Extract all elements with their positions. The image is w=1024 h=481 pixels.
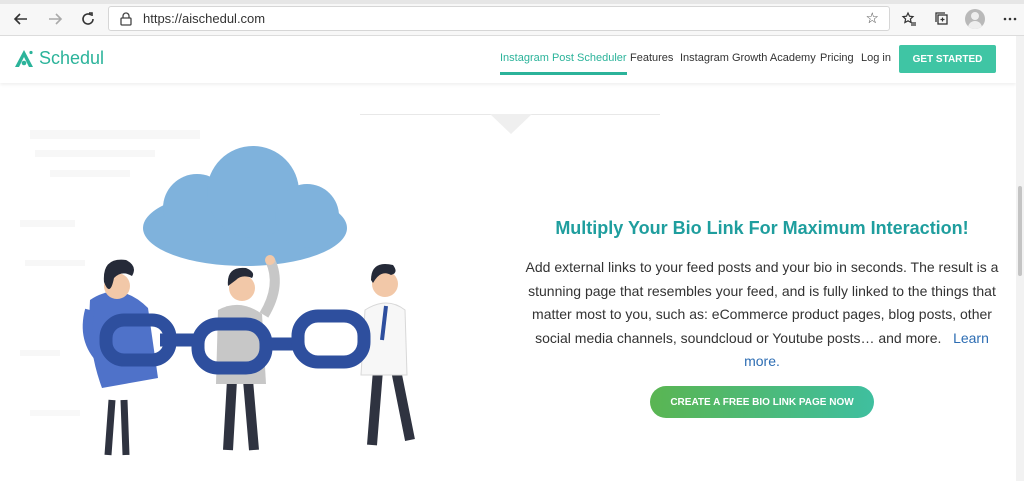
lock-icon: [120, 12, 132, 26]
page-scrollbar[interactable]: [1016, 36, 1024, 481]
section-description: Add external links to your feed posts an…: [522, 256, 1002, 374]
favorites-icon[interactable]: [898, 8, 920, 30]
back-arrow-icon[interactable]: [10, 8, 32, 30]
logo[interactable]: Schedul: [14, 48, 104, 69]
section-title: Multiply Your Bio Link For Maximum Inter…: [555, 218, 969, 238]
get-started-button[interactable]: GET STARTED: [899, 45, 996, 73]
person-right-icon: [360, 264, 415, 446]
address-bar[interactable]: https://aischedul.com ☆: [108, 6, 890, 31]
nav-item-log-in[interactable]: Log in: [861, 52, 891, 64]
scrollbar-thumb[interactable]: [1018, 186, 1022, 276]
chain-people-illustration: [20, 130, 415, 456]
description-text: Add external links to your feed posts an…: [525, 259, 999, 346]
forward-arrow-icon[interactable]: [44, 8, 66, 30]
url-text: https://aischedul.com: [143, 11, 266, 26]
profile-avatar[interactable]: [965, 9, 985, 29]
tab-strip: [0, 0, 1024, 4]
site-header: Schedul Instagram Post Scheduler Feature…: [0, 36, 1016, 83]
star-icon[interactable]: ☆: [866, 9, 879, 27]
nav-item-features[interactable]: Features: [630, 52, 673, 64]
section-pointer: [490, 114, 532, 134]
browser-toolbar: https://aischedul.com ☆: [0, 0, 1024, 36]
refresh-icon[interactable]: [77, 8, 99, 30]
cloud-icon: [143, 146, 347, 266]
nav-item-pricing[interactable]: Pricing: [820, 52, 854, 64]
nav-item-instagram-growth-academy[interactable]: Instagram Growth Academy: [680, 52, 816, 64]
nav-item-instagram-post-scheduler[interactable]: Instagram Post Scheduler: [500, 52, 627, 75]
collections-icon[interactable]: [931, 8, 953, 30]
more-icon[interactable]: [999, 8, 1021, 30]
logo-text: Schedul: [39, 48, 105, 68]
create-bio-link-button[interactable]: CREATE A FREE BIO LINK PAGE NOW: [650, 386, 874, 418]
logo-mark-icon: [15, 49, 33, 67]
